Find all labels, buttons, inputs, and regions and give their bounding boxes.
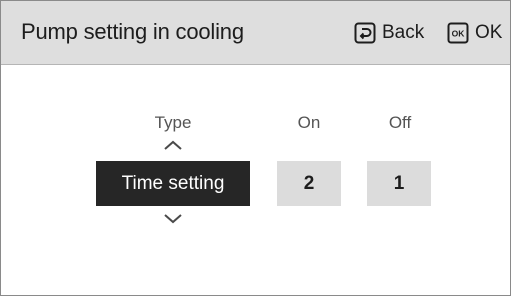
ok-key-icon: OK	[447, 22, 469, 44]
ok-label: OK	[475, 22, 503, 43]
ok-icon-text: OK	[452, 29, 466, 39]
page-title: Pump setting in cooling	[21, 19, 244, 44]
back-label: Back	[382, 22, 425, 43]
ok-button[interactable]: OK OK	[447, 21, 502, 45]
off-column-label: Off	[388, 113, 412, 132]
chevron-down-icon[interactable]	[163, 213, 183, 225]
chevron-up-icon[interactable]	[163, 139, 183, 151]
type-selector[interactable]: Time setting	[96, 161, 250, 206]
back-button[interactable]: Back	[354, 21, 424, 45]
type-column-label: Type	[154, 113, 192, 132]
header-bar: Pump setting in cooling Back OK OK	[1, 1, 510, 65]
pump-setting-screen: Pump setting in cooling Back OK OK Type …	[0, 0, 511, 296]
on-column-label: On	[297, 113, 321, 132]
back-arrow-icon	[354, 22, 376, 44]
off-value-field[interactable]: 1	[367, 161, 431, 206]
on-value-field[interactable]: 2	[277, 161, 341, 206]
